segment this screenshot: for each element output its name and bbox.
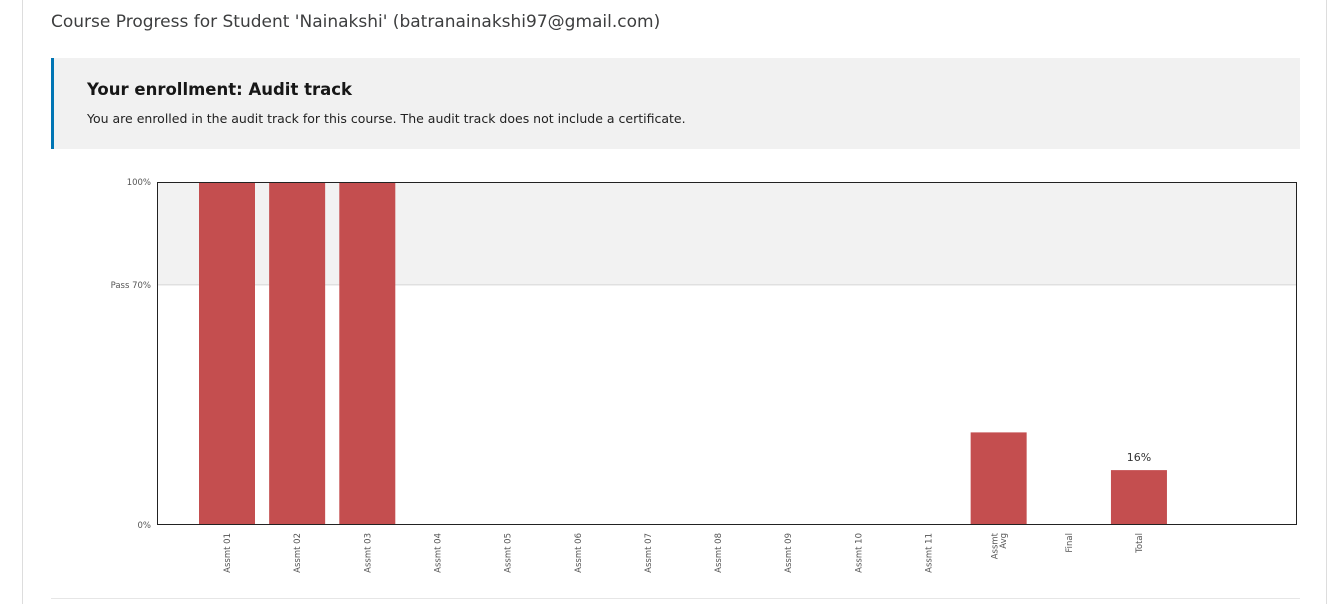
x-tick-label-6: Assmt 06: [574, 533, 584, 573]
grade-progress-chart: 0% Pass 70% 100% Assmt 01 Assmt 02 Assmt 03 As…: [111, 178, 1297, 573]
pass-zone-band: [157, 182, 1297, 285]
bar-1: [199, 182, 255, 525]
bar-3: [339, 182, 396, 525]
x-tick-label-2: Assmt 02: [293, 533, 303, 573]
bottom-divider: [51, 598, 1300, 599]
x-tick-label-line: Assmt 08: [714, 533, 724, 573]
x-tick-label-line: Avg: [999, 533, 1009, 549]
x-tick-label-9: Assmt 09: [784, 533, 794, 573]
x-tick-label-line: Total: [1135, 533, 1145, 554]
bar-12: [970, 432, 1027, 525]
x-tick-label-5: Assmt 05: [504, 533, 514, 573]
x-tick-label-line: Assmt 05: [504, 533, 514, 573]
x-tick-label-13: Final: [1065, 533, 1075, 553]
x-tick-label-line: Assmt 03: [363, 533, 373, 573]
x-tick-label-line: Assmt 10: [854, 533, 864, 573]
x-tick-label-12: AssmtAvg: [990, 532, 1009, 559]
x-tick-label-line: Assmt 06: [574, 533, 584, 573]
x-tick-label-7: Assmt 07: [644, 533, 654, 573]
x-tick-label-8: Assmt 08: [714, 533, 724, 573]
bar-14: [1110, 470, 1167, 525]
x-tick-label-line: Assmt 01: [223, 533, 233, 573]
x-tick-label-10: Assmt 10: [854, 533, 864, 573]
x-tick-label-line: Assmt 02: [293, 533, 303, 573]
x-tick-label-1: Assmt 01: [223, 533, 233, 573]
bar-2: [269, 182, 326, 525]
data-label-1: 16%: [1127, 451, 1151, 464]
y-tick-label-3: 100%: [127, 178, 151, 188]
x-tick-label-14: Total: [1135, 533, 1145, 554]
x-tick-label-4: Assmt 04: [433, 533, 443, 573]
x-tick-label-line: Assmt 04: [433, 533, 443, 573]
y-tick-label-2: Pass 70%: [111, 281, 151, 291]
x-tick-label-line: Final: [1065, 533, 1075, 553]
y-tick-label-1: 0%: [138, 521, 152, 531]
x-tick-label-line: Assmt 11: [925, 533, 935, 573]
x-tick-label-line: Assmt 09: [784, 533, 794, 573]
x-tick-label-line: Assmt 07: [644, 533, 654, 573]
x-tick-label-3: Assmt 03: [363, 533, 373, 573]
x-tick-label-11: Assmt 11: [925, 533, 935, 573]
